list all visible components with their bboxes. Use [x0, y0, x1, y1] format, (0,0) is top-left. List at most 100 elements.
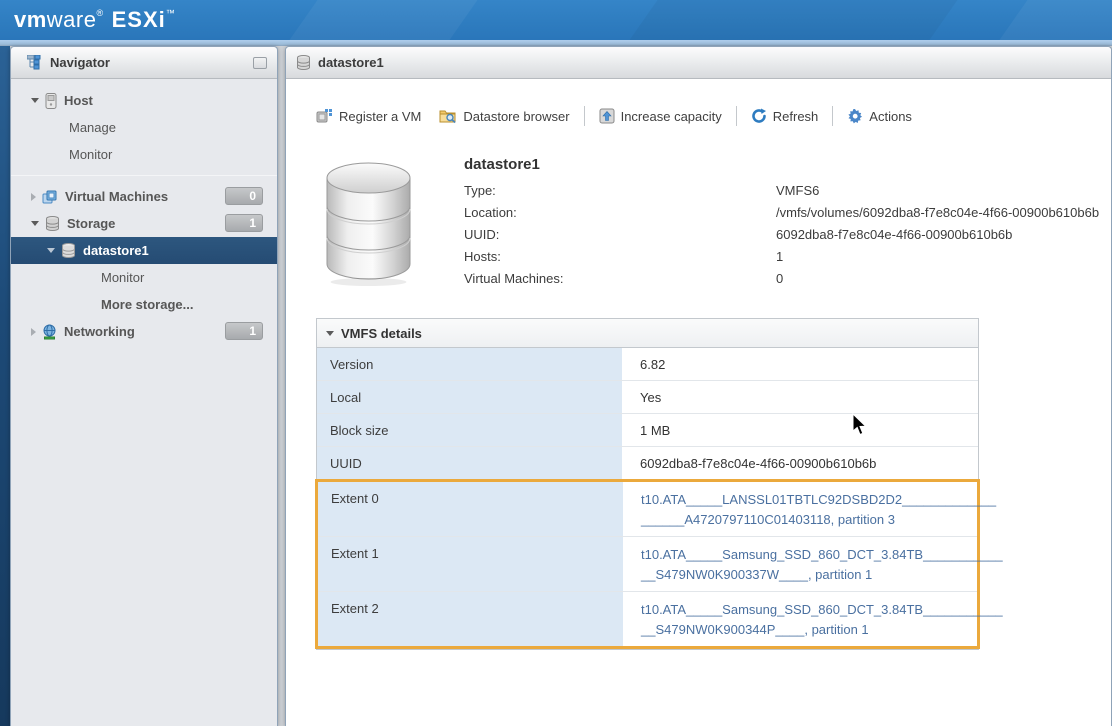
host-icon — [45, 93, 57, 109]
toolbar: Register a VM Datastore browser — [316, 106, 1111, 126]
extent-line1: t10.ATA_____Samsung_SSD_860_DCT_3.84TB__… — [641, 600, 1003, 620]
extent-device-link[interactable]: t10.ATA_____Samsung_SSD_860_DCT_3.84TB__… — [623, 592, 1003, 646]
networking-icon — [42, 324, 57, 340]
sidebar-item-more-storage[interactable]: More storage... — [11, 291, 277, 318]
storage-count-badge: 1 — [225, 214, 263, 232]
virtual-machines-icon — [42, 190, 58, 204]
navigator-title: Navigator — [50, 55, 110, 70]
navigator-tree: Host Manage Monitor Virtual Machines 0 — [11, 79, 277, 345]
sidebar-item-networking[interactable]: Networking 1 — [11, 318, 277, 345]
toolbar-button-label: Datastore browser — [463, 109, 569, 124]
storage-icon — [45, 216, 60, 231]
logo-reg-mark: ® — [96, 8, 103, 18]
row-value: 6092dba8-f7e8c04e-4f66-00900b610b6b — [622, 447, 876, 479]
top-banner: vmware® ESXi™ — [0, 0, 1112, 40]
vmware-esxi-logo: vmware® ESXi™ — [14, 7, 175, 33]
toolbar-separator — [584, 106, 585, 126]
datastore-browser-button[interactable]: Datastore browser — [439, 108, 569, 124]
toolbar-button-label: Refresh — [773, 109, 819, 124]
row-value: 6.82 — [622, 348, 665, 380]
banner-facet — [985, 0, 1112, 40]
datastore-icon — [61, 243, 76, 258]
increase-capacity-icon — [599, 108, 615, 124]
logo-tm-mark: ™ — [166, 8, 176, 18]
logo-esxi: ESXi — [112, 7, 166, 32]
extent-line2: __S479NW0K900344P____, partition 1 — [641, 620, 1003, 640]
esxi-window: vmware® ESXi™ Navigator — [0, 0, 1112, 726]
datastore-large-icon — [321, 156, 416, 286]
table-row: Extent 1 t10.ATA_____Samsung_SSD_860_DCT… — [318, 537, 977, 592]
row-value: Yes — [622, 381, 661, 413]
row-label: Block size — [317, 414, 622, 446]
sidebar-item-label: Storage — [67, 216, 115, 231]
banner-facet — [615, 0, 964, 40]
register-vm-button[interactable]: Register a VM — [316, 108, 421, 124]
row-label: Extent 2 — [318, 592, 623, 646]
extent-device-link[interactable]: t10.ATA_____LANSSL01TBTLC92DSBD2D2______… — [623, 482, 996, 536]
summary-value: 6092dba8-f7e8c04e-4f66-00900b610b6b — [776, 227, 1099, 242]
summary-value: 1 — [776, 249, 1099, 264]
collapse-panel-icon[interactable] — [253, 57, 267, 69]
refresh-icon — [751, 108, 767, 124]
sidebar-item-label: More storage... — [101, 297, 193, 312]
row-label: Extent 1 — [318, 537, 623, 591]
logo-vm: vm — [14, 7, 47, 32]
sidebar-item-datastore1[interactable]: datastore1 — [11, 237, 277, 264]
table-row: Extent 0 t10.ATA_____LANSSL01TBTLC92DSBD… — [318, 482, 977, 537]
toolbar-button-label: Increase capacity — [621, 109, 722, 124]
table-row: UUID 6092dba8-f7e8c04e-4f66-00900b610b6b — [317, 447, 978, 480]
register-vm-icon — [316, 108, 333, 124]
chevron-down-icon[interactable] — [326, 331, 334, 336]
increase-capacity-button[interactable]: Increase capacity — [599, 108, 722, 124]
sidebar-item-host-manage[interactable]: Manage — [11, 114, 277, 141]
actions-button[interactable]: Actions — [847, 108, 912, 124]
datastore-summary: datastore1 Type: VMFS6 Location: /vmfs/v… — [321, 156, 1111, 286]
vm-count-badge: 0 — [225, 187, 263, 205]
table-row: Extent 2 t10.ATA_____Samsung_SSD_860_DCT… — [318, 592, 977, 646]
chevron-down-icon[interactable] — [31, 98, 39, 103]
datastore-content: Register a VM Datastore browser — [286, 80, 1111, 726]
row-label: Local — [317, 381, 622, 413]
sidebar-item-datastore-monitor[interactable]: Monitor — [11, 264, 277, 291]
datastore-icon — [296, 55, 311, 70]
navigator-panel: Navigator Host Manage Monitor — [10, 46, 278, 726]
extent-line2: ______A4720797110C01403118, partition 3 — [641, 510, 996, 530]
extent-device-link[interactable]: t10.ATA_____Samsung_SSD_860_DCT_3.84TB__… — [623, 537, 1003, 591]
chevron-down-icon[interactable] — [47, 248, 55, 253]
networking-count-badge: 1 — [225, 322, 263, 340]
sidebar-item-virtual-machines[interactable]: Virtual Machines 0 — [11, 183, 277, 210]
sidebar-item-host[interactable]: Host — [11, 87, 277, 114]
sidebar-item-storage[interactable]: Storage 1 — [11, 210, 277, 237]
summary-label: Virtual Machines: — [464, 271, 776, 286]
sidebar-item-label: Virtual Machines — [65, 189, 168, 204]
navigator-tree-icon — [27, 55, 43, 70]
extent-line1: t10.ATA_____Samsung_SSD_860_DCT_3.84TB__… — [641, 545, 1003, 565]
sidebar-item-label: datastore1 — [83, 243, 149, 258]
row-label: UUID — [317, 447, 622, 479]
chevron-right-icon[interactable] — [31, 193, 36, 201]
toolbar-button-label: Register a VM — [339, 109, 421, 124]
table-row: Version 6.82 — [317, 348, 978, 381]
banner-facet — [275, 0, 484, 40]
extent-line1: t10.ATA_____LANSSL01TBTLC92DSBD2D2______… — [641, 490, 996, 510]
summary-label: UUID: — [464, 227, 776, 242]
summary-label: Hosts: — [464, 249, 776, 264]
sidebar-item-label: Monitor — [69, 147, 112, 162]
refresh-button[interactable]: Refresh — [751, 108, 819, 124]
toolbar-button-label: Actions — [869, 109, 912, 124]
summary-value: VMFS6 — [776, 183, 1099, 198]
summary-label: Type: — [464, 183, 776, 198]
table-row: Block size 1 MB — [317, 414, 978, 447]
summary-value: /vmfs/volumes/6092dba8-f7e8c04e-4f66-009… — [776, 205, 1099, 220]
vmfs-details-header[interactable]: VMFS details — [317, 319, 978, 348]
row-label: Version — [317, 348, 622, 380]
toolbar-separator — [736, 106, 737, 126]
datastore-panel: datastore1 Register a VM — [285, 46, 1112, 726]
datastore-browser-icon — [439, 108, 457, 124]
sidebar-item-host-monitor[interactable]: Monitor — [11, 141, 277, 168]
logo-ware: ware — [47, 7, 97, 32]
summary-text: datastore1 Type: VMFS6 Location: /vmfs/v… — [464, 156, 1099, 286]
chevron-right-icon[interactable] — [31, 328, 36, 336]
chevron-down-icon[interactable] — [31, 221, 39, 226]
row-value: 1 MB — [622, 414, 670, 446]
